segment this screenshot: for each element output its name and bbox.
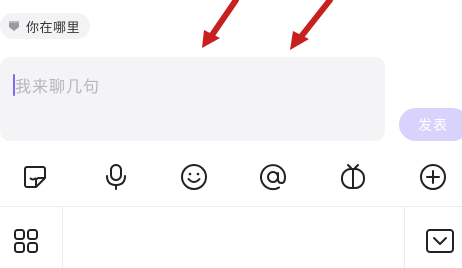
emoji-icon[interactable] bbox=[180, 163, 208, 191]
collapse-keyboard-icon[interactable] bbox=[425, 227, 455, 255]
bottom-bar-separator-right bbox=[404, 207, 405, 268]
location-chip-label: 你在哪里 bbox=[26, 20, 81, 36]
bottom-bar-divider bbox=[0, 206, 462, 207]
sticker-icon[interactable] bbox=[21, 163, 49, 191]
send-button[interactable]: 发表 bbox=[399, 108, 462, 141]
annotation-arrow-right bbox=[290, 0, 333, 50]
add-icon[interactable] bbox=[419, 163, 447, 191]
comment-input[interactable] bbox=[0, 57, 385, 141]
location-chip[interactable]: 你在哪里 bbox=[0, 13, 91, 39]
comment-composer-screen: 你在哪里 我来聊几句 发表 bbox=[0, 0, 462, 268]
apps-grid-icon[interactable] bbox=[12, 227, 40, 255]
tv-icon[interactable] bbox=[339, 163, 367, 191]
mention-icon[interactable] bbox=[259, 163, 287, 191]
location-pin-icon bbox=[6, 18, 22, 34]
annotation-arrow-left bbox=[202, 0, 239, 48]
comment-input-placeholder: 我来聊几句 bbox=[15, 77, 101, 96]
microphone-icon[interactable] bbox=[102, 163, 130, 191]
bottom-bar-separator-left bbox=[62, 207, 63, 268]
